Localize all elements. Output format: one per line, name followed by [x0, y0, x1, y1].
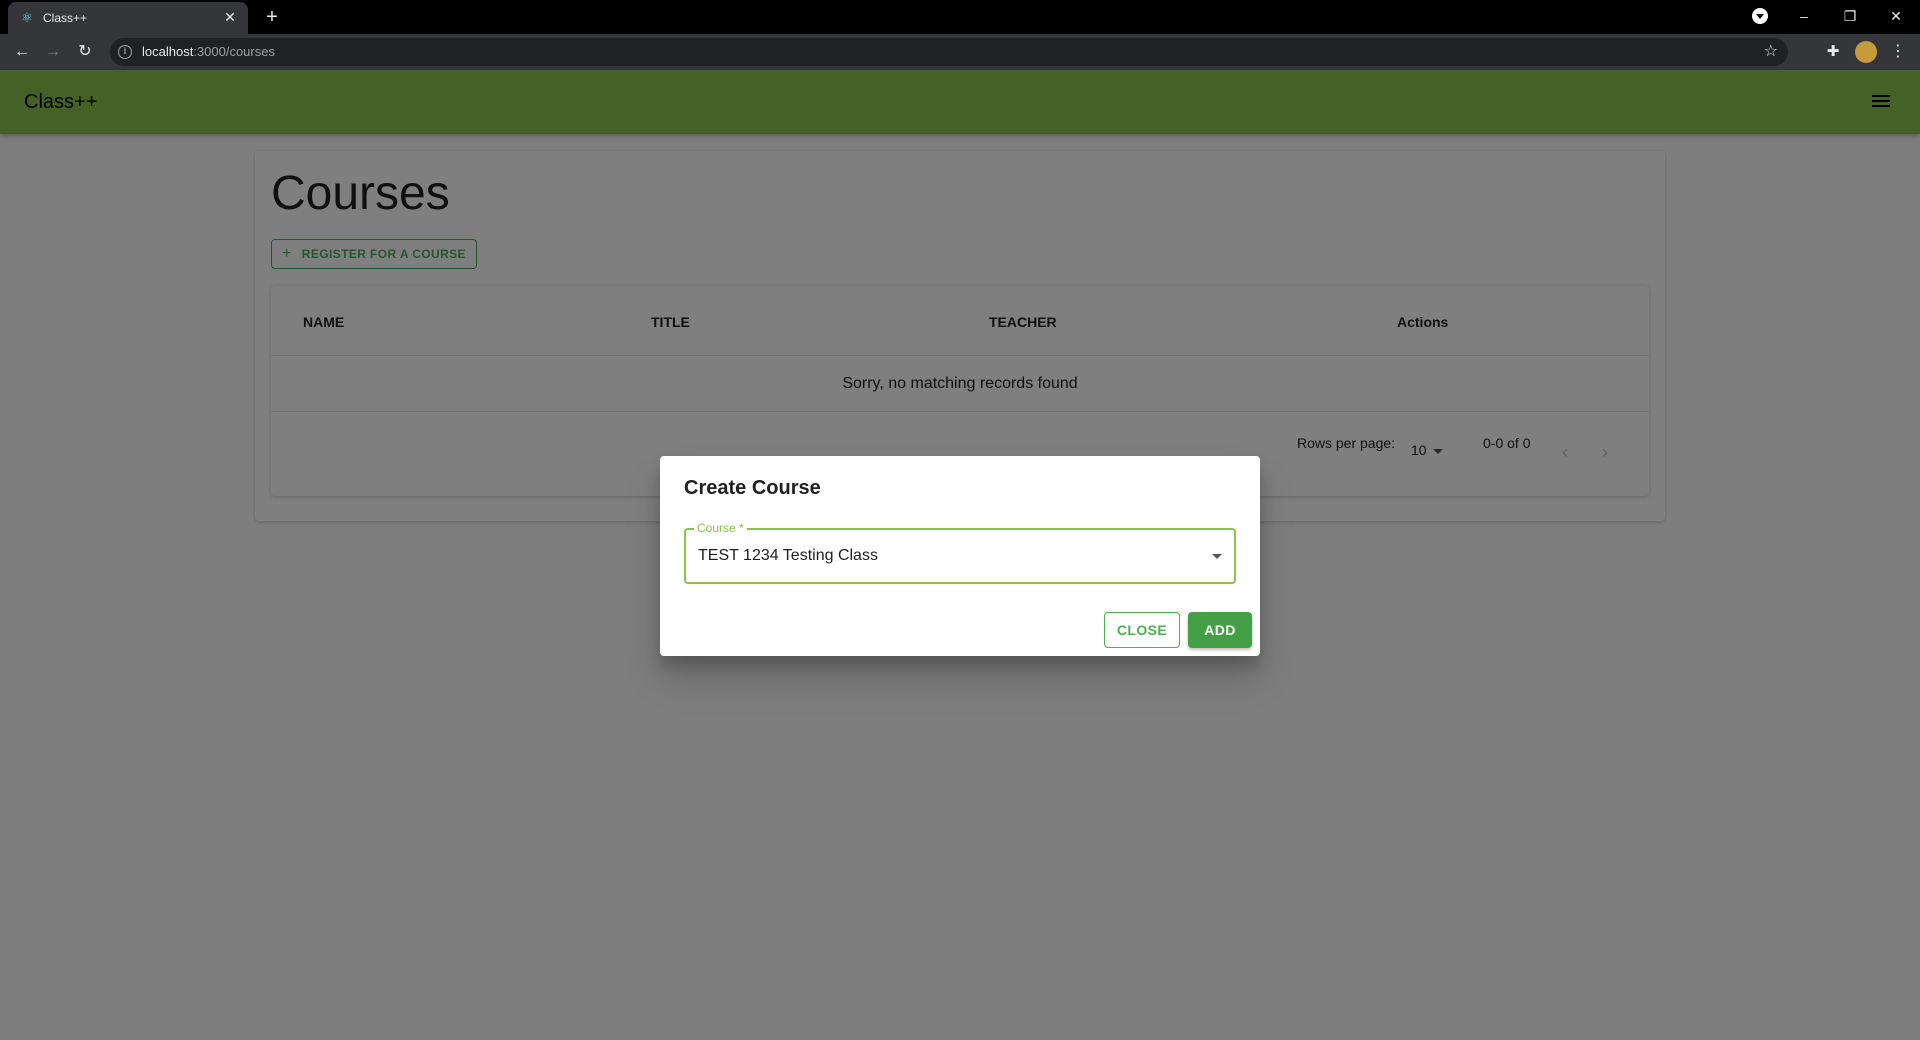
browser-tab[interactable]: ⚛ Class++ ✕: [8, 2, 248, 34]
browser-toolbar: ← → ↻ i localhost:3000/courses ☆ ✚ ⋮: [0, 34, 1920, 70]
browser-tab-strip: ⚛ Class++ ✕ + – ❐ ✕: [0, 0, 1920, 34]
new-tab-icon[interactable]: +: [260, 6, 284, 28]
course-select-value: TEST 1234 Testing Class: [698, 547, 878, 564]
browser-menu-icon[interactable]: ⋮: [1888, 40, 1908, 64]
url-text: localhost:3000/courses: [142, 44, 275, 59]
restore-icon[interactable]: ❐: [1836, 4, 1864, 28]
tab-close-icon[interactable]: ✕: [222, 9, 238, 25]
address-bar[interactable]: i localhost:3000/courses ☆: [110, 38, 1788, 66]
info-icon[interactable]: i: [118, 45, 132, 59]
tab-search-icon[interactable]: [1752, 8, 1768, 24]
course-select[interactable]: Course * TEST 1234 Testing Class: [684, 521, 1236, 584]
extensions-puzzle-icon[interactable]: ✚: [1821, 40, 1845, 64]
add-button[interactable]: ADD: [1188, 612, 1252, 648]
course-select-label: Course *: [694, 521, 747, 535]
back-icon[interactable]: ←: [10, 40, 34, 64]
create-course-dialog: Create Course Course * TEST 1234 Testing…: [660, 456, 1260, 656]
minimize-icon[interactable]: –: [1790, 4, 1818, 28]
tab-title: Class++: [43, 11, 88, 25]
dialog-title: Create Course: [684, 477, 821, 499]
reload-icon[interactable]: ↻: [73, 40, 97, 64]
forward-icon[interactable]: →: [41, 40, 65, 64]
profile-avatar[interactable]: [1855, 41, 1877, 63]
window-close-icon[interactable]: ✕: [1882, 4, 1910, 28]
react-icon: ⚛: [21, 10, 33, 25]
close-button[interactable]: CLOSE: [1104, 612, 1180, 648]
bookmark-star-icon[interactable]: ☆: [1764, 42, 1778, 62]
dropdown-arrow-icon[interactable]: [1212, 554, 1222, 559]
